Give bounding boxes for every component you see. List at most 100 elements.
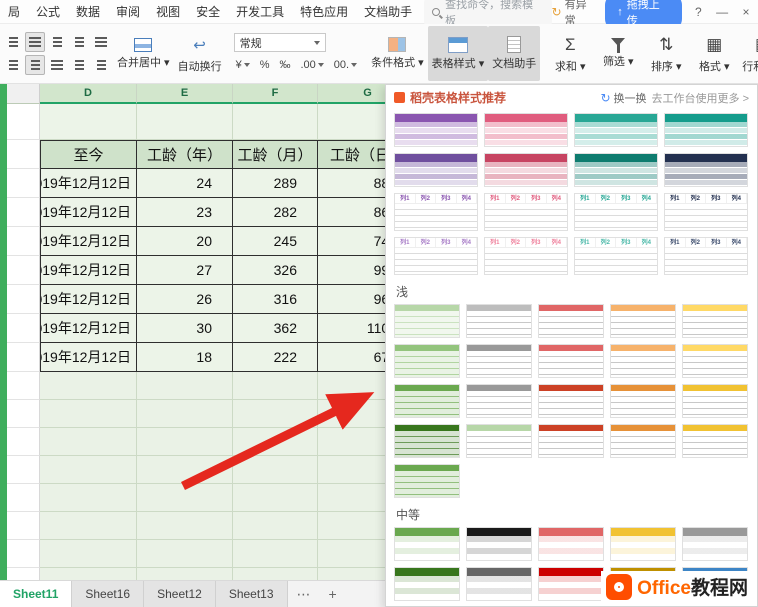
table-style-thumb[interactable] <box>394 304 460 338</box>
cell[interactable] <box>40 512 137 540</box>
column-header-F[interactable]: F <box>233 84 318 104</box>
number-icon-¥[interactable]: ¥ <box>234 58 252 72</box>
cell[interactable]: 24 <box>137 169 233 198</box>
cell[interactable]: 2019年12月12日 <box>40 256 137 285</box>
cell[interactable]: 222 <box>233 343 318 372</box>
cell[interactable]: 26 <box>137 285 233 314</box>
menu-item-开发工具[interactable]: 开发工具 <box>228 3 292 20</box>
cell[interactable] <box>318 456 385 484</box>
cell[interactable]: 994 <box>318 256 385 285</box>
cell[interactable] <box>7 140 40 169</box>
table-style-thumb[interactable] <box>394 424 460 458</box>
cell[interactable]: 30 <box>137 314 233 343</box>
menu-item-特色应用[interactable]: 特色应用 <box>292 3 356 20</box>
cell[interactable]: 289 <box>233 169 318 198</box>
cell[interactable]: 2019年12月12日 <box>40 169 137 198</box>
cell[interactable] <box>7 568 40 580</box>
table-style-thumb[interactable] <box>394 464 460 498</box>
menu-item-局[interactable]: 局 <box>0 3 28 20</box>
rows-cols-button[interactable]: ▤行和列 ▾ <box>738 26 758 81</box>
refresh-styles-button[interactable]: ↻ 换一换 <box>600 90 646 106</box>
cell[interactable]: 1104 <box>318 314 385 343</box>
cell[interactable] <box>40 484 137 512</box>
menu-item-文档助手[interactable]: 文档助手 <box>356 3 420 20</box>
table-style-thumb[interactable] <box>682 384 748 418</box>
cell[interactable] <box>233 540 318 568</box>
cell[interactable] <box>7 343 40 372</box>
justify-icon[interactable] <box>69 55 89 75</box>
cell[interactable] <box>318 400 385 428</box>
filter-button[interactable]: 筛选 ▾ <box>594 26 642 81</box>
sheet-tab-sheet11[interactable]: Sheet11 <box>0 581 73 607</box>
table-style-thumb[interactable] <box>394 113 478 147</box>
column-header-E[interactable]: E <box>137 84 233 104</box>
number-icon-‰[interactable]: ‰ <box>277 58 292 72</box>
column-header-D[interactable]: D <box>40 84 137 104</box>
cell[interactable] <box>7 227 40 256</box>
table-style-thumb[interactable] <box>484 113 568 147</box>
cell[interactable] <box>137 428 233 456</box>
cell[interactable]: 245 <box>233 227 318 256</box>
cell[interactable]: 工龄（月） <box>233 140 318 169</box>
table-style-button[interactable]: 表格样式 ▾ <box>427 26 489 81</box>
indent-increase-icon[interactable] <box>91 32 111 52</box>
table-style-thumb[interactable] <box>610 527 676 561</box>
table-style-thumb[interactable]: 列1 列2 列3 列4 <box>664 193 748 231</box>
row-header-strip[interactable] <box>0 84 7 580</box>
cell[interactable] <box>233 484 318 512</box>
cell[interactable]: 2019年12月12日 <box>40 343 137 372</box>
number-icon-.00[interactable]: .00 <box>298 58 325 72</box>
table-style-thumb[interactable] <box>538 567 604 601</box>
cell[interactable]: 884 <box>318 169 385 198</box>
table-style-thumb[interactable] <box>574 153 658 187</box>
menu-item-数据[interactable]: 数据 <box>68 3 108 20</box>
table-style-thumb[interactable] <box>538 344 604 378</box>
align-right-icon[interactable] <box>47 55 67 75</box>
cell[interactable] <box>318 104 385 140</box>
sheet-tab-sheet13[interactable]: Sheet13 <box>215 581 288 607</box>
cell[interactable] <box>7 540 40 568</box>
conditional-format-button[interactable]: 条件格式 ▾ <box>367 26 428 81</box>
cell[interactable]: 20 <box>137 227 233 256</box>
cell[interactable] <box>7 314 40 343</box>
menu-item-视图[interactable]: 视图 <box>148 3 188 20</box>
cell[interactable] <box>7 285 40 314</box>
column-header-G[interactable]: G <box>318 84 385 104</box>
table-style-thumb[interactable] <box>610 424 676 458</box>
cell[interactable]: 861 <box>318 198 385 227</box>
table-style-thumb[interactable] <box>610 384 676 418</box>
cell[interactable] <box>233 456 318 484</box>
table-style-thumb[interactable] <box>682 424 748 458</box>
cell[interactable] <box>233 104 318 140</box>
table-style-thumb[interactable] <box>664 153 748 187</box>
table-style-thumb[interactable] <box>538 304 604 338</box>
table-style-thumb[interactable]: 列1 列2 列3 列4 <box>574 193 658 231</box>
cell[interactable]: 工龄（年） <box>137 140 233 169</box>
cell[interactable]: 27 <box>137 256 233 285</box>
table-style-thumb[interactable] <box>682 344 748 378</box>
table-style-thumb[interactable]: 列1 列2 列3 列4 <box>394 193 478 231</box>
cell[interactable] <box>40 568 137 580</box>
distribute-icon[interactable] <box>91 55 111 75</box>
sheet-tab-sheet16[interactable]: Sheet16 <box>72 581 145 607</box>
table-style-thumb[interactable] <box>394 567 460 601</box>
cell[interactable]: 18 <box>137 343 233 372</box>
table-style-thumb[interactable] <box>466 384 532 418</box>
cell[interactable] <box>137 456 233 484</box>
table-style-thumb[interactable] <box>394 384 460 418</box>
cell[interactable] <box>7 400 40 428</box>
close-button[interactable]: × <box>738 5 754 19</box>
cell[interactable] <box>40 540 137 568</box>
cell[interactable] <box>137 540 233 568</box>
cell[interactable] <box>40 428 137 456</box>
cell[interactable] <box>233 428 318 456</box>
cell[interactable] <box>233 372 318 400</box>
cell[interactable] <box>7 484 40 512</box>
cell[interactable]: 678 <box>318 343 385 372</box>
cell[interactable]: 2019年12月12日 <box>40 314 137 343</box>
cell[interactable] <box>7 104 40 140</box>
cell[interactable] <box>233 568 318 580</box>
cell[interactable]: 964 <box>318 285 385 314</box>
cell[interactable] <box>137 568 233 580</box>
cell[interactable]: 至今 <box>40 140 137 169</box>
